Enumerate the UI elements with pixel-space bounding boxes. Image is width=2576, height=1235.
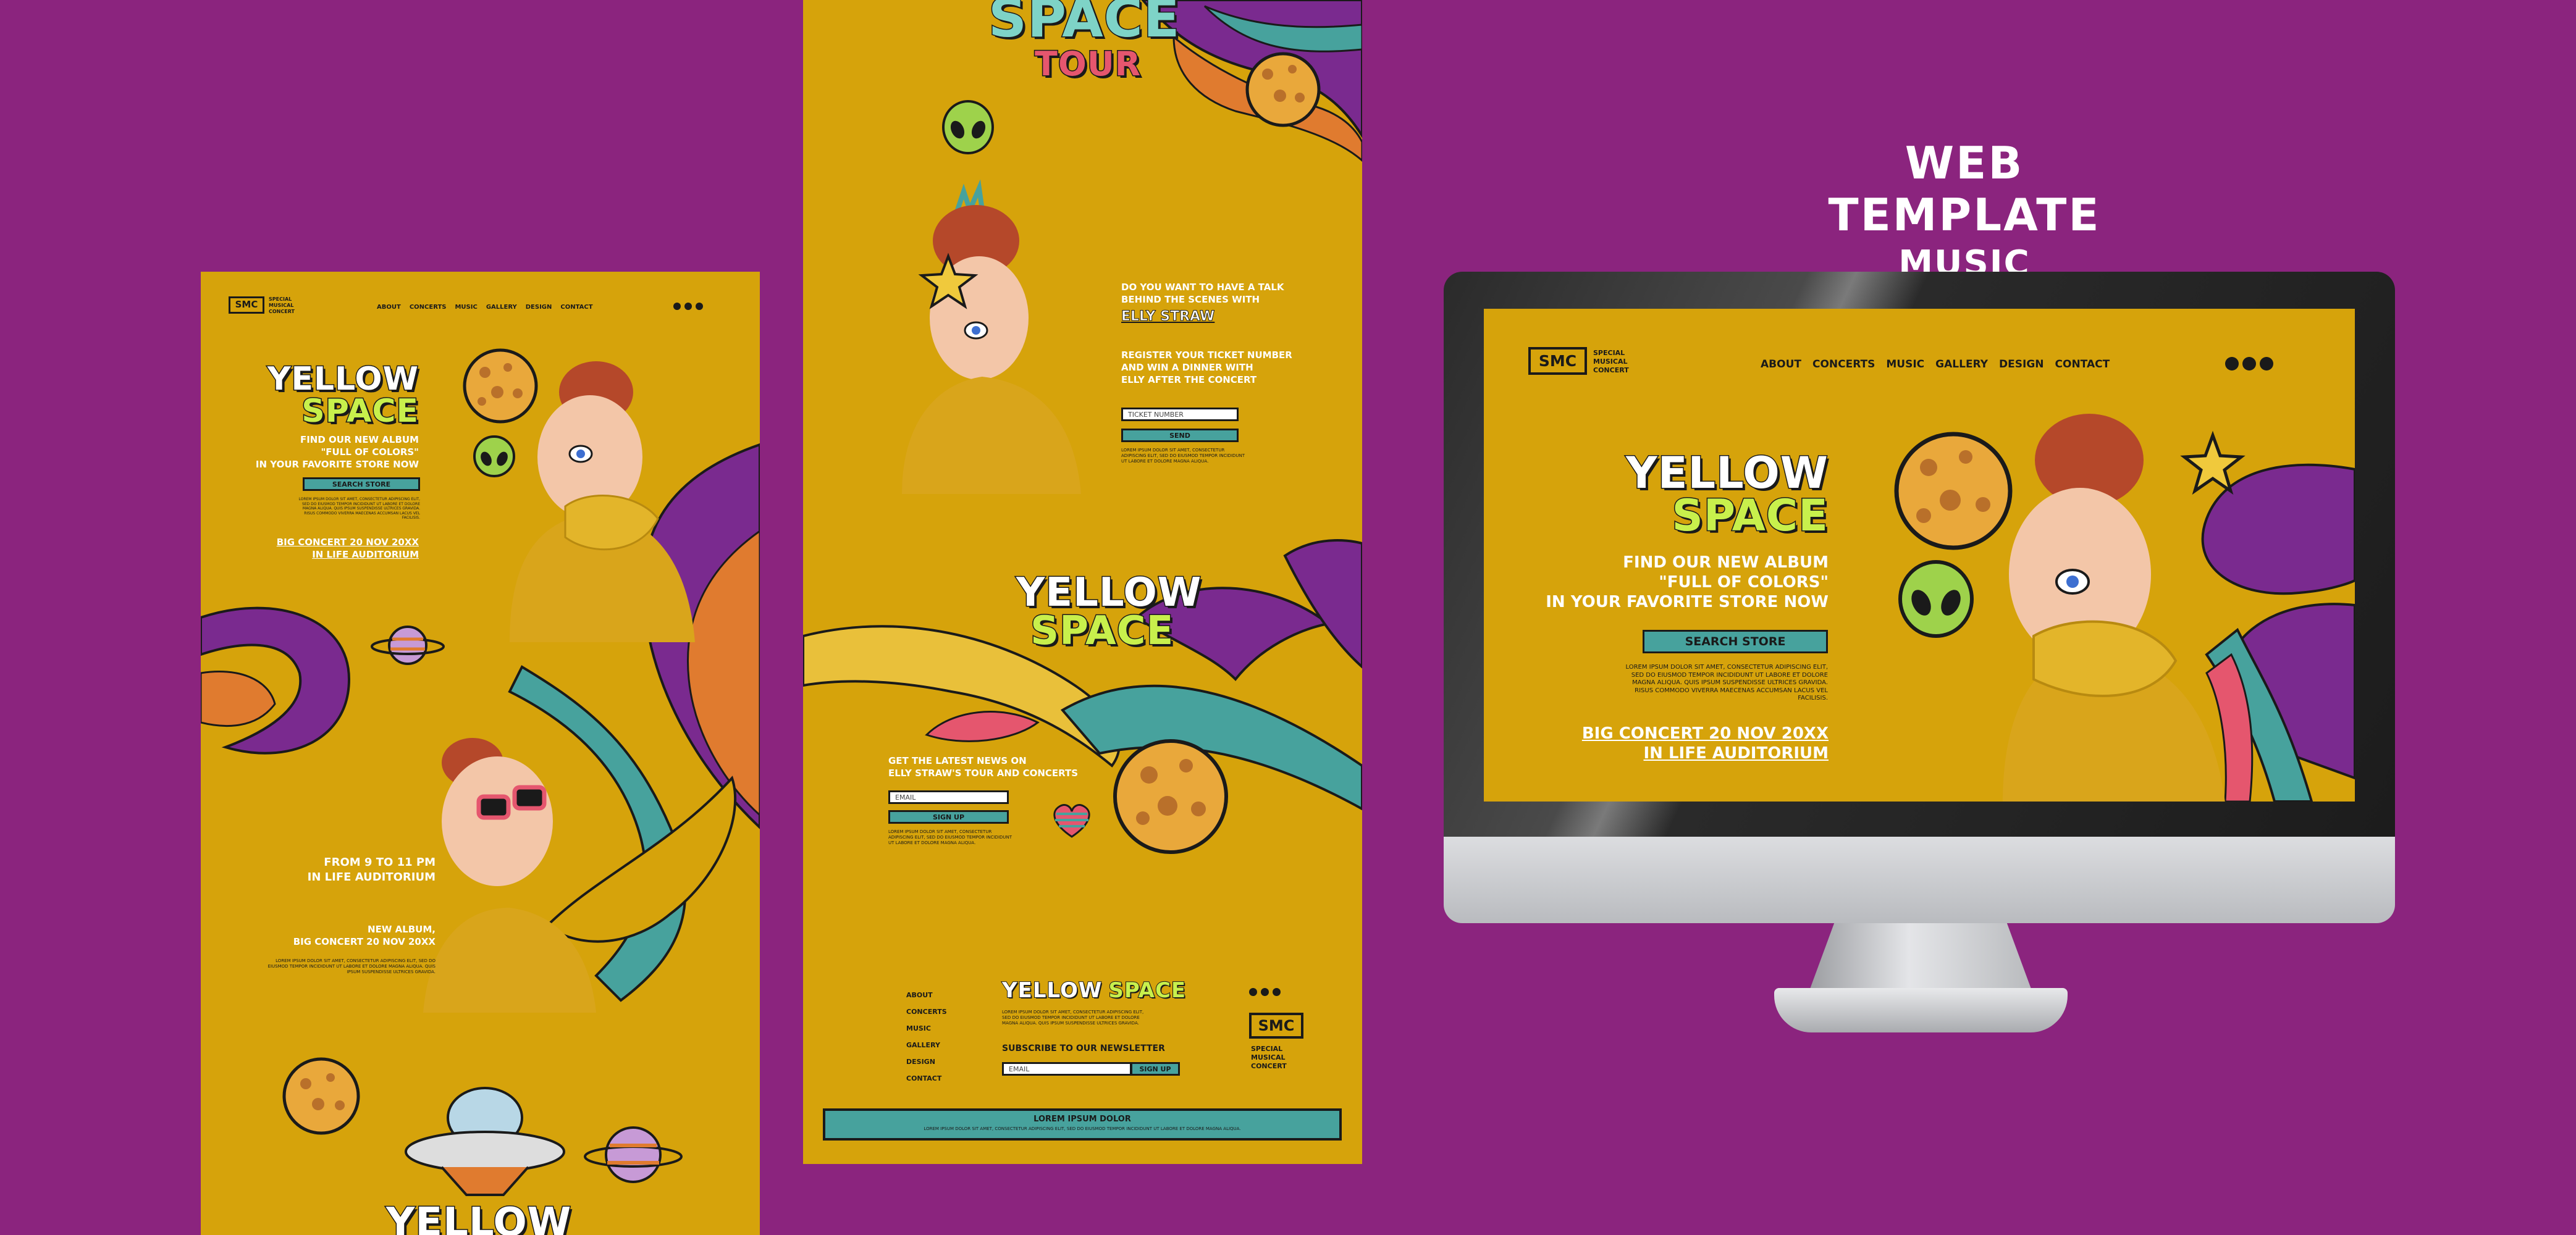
instagram-icon[interactable]	[1261, 988, 1269, 996]
desktop-logo[interactable]: SMC	[1528, 347, 1587, 375]
mid-title-line1: YELLOW	[1015, 570, 1202, 616]
singer-photo	[2003, 414, 2225, 802]
youtube-icon[interactable]	[2260, 357, 2273, 371]
footer-social-icons	[1249, 988, 1281, 996]
instagram-icon[interactable]	[2242, 357, 2256, 371]
desktop-social-icons	[2225, 357, 2273, 371]
event-time: FROM 9 TO 11 PM IN LIFE AUDITORIUM	[307, 856, 436, 884]
monitor: SMC SPECIAL MUSICAL CONCERT ABOUT CONCERTS…	[1444, 272, 2395, 923]
youtube-icon[interactable]	[1273, 988, 1281, 996]
talk-name: ELLY STRAW	[1121, 309, 1215, 325]
email-input[interactable]: EMAIL	[888, 790, 1009, 804]
footer-nav-design[interactable]: DESIGN	[906, 1053, 947, 1070]
footer-nav-concerts[interactable]: CONCERTS	[906, 1003, 947, 1020]
footer-title: YELLOW SPACE	[1001, 978, 1187, 1003]
desktop-nav-concerts[interactable]: CONCERTS	[1812, 358, 1875, 371]
middle-mockup: SPACE TOUR DO YOU WANT TO HAVE A TALK BEH…	[803, 0, 1362, 1164]
desktop-nav-music[interactable]: MUSIC	[1886, 358, 1924, 371]
tour-title-line2: TOUR	[1033, 44, 1142, 83]
footer-signup-button[interactable]: SIGN UP	[1130, 1062, 1180, 1076]
register-heading: REGISTER YOUR TICKET NUMBER AND WIN A DIN…	[1121, 350, 1292, 385]
singer-photo-sunglasses	[423, 738, 596, 1013]
facebook-icon[interactable]	[2225, 357, 2239, 371]
desktop-subtitle: FIND OUR NEW ALBUM "FULL OF COLORS" IN YOU…	[1546, 553, 1829, 611]
desktop-logo-tagline: SPECIAL MUSICAL CONCERT	[1593, 349, 1629, 374]
signup-button[interactable]: SIGN UP	[888, 810, 1009, 824]
album-body: LOREM IPSUM DOLOR SIT AMET, CONSECTETUR …	[267, 958, 436, 974]
planet-icon	[1113, 739, 1228, 854]
hero-body: LOREM IPSUM DOLOR SIT AMET, CONSECTETUR …	[298, 497, 421, 520]
footer-bar-title: LOREM IPSUM DOLOR	[1033, 1115, 1131, 1124]
news-heading: GET THE LATEST NEWS ON ELLY STRAW'S TOUR …	[888, 755, 1079, 779]
hero-title-line2: SPACE	[301, 393, 419, 430]
register-body: LOREM IPSUM DOLOR SIT AMET, CONSECTETUR …	[1121, 448, 1245, 464]
heart-icon	[1053, 804, 1090, 838]
album-heading: NEW ALBUM, BIG CONCERT 20 NOV 20XX	[293, 924, 436, 947]
footer-logo-tagline: SPECIAL MUSICAL CONCERT	[1251, 1045, 1287, 1070]
hero-concert: BIG CONCERT 20 NOV 20XX IN LIFE AUDITORIU…	[276, 537, 419, 560]
mid-title-line2: SPACE	[1029, 608, 1174, 654]
planet-icon	[584, 1126, 683, 1183]
planet-icon	[1245, 52, 1321, 127]
footer-logo[interactable]: SMC	[1249, 1013, 1303, 1039]
footer-bar: LOREM IPSUM DOLOR LOREM IPSUM DOLOR SIT …	[823, 1108, 1342, 1141]
desktop-title-line1: YELLOW	[1625, 448, 1829, 498]
desktop-nav-gallery[interactable]: GALLERY	[1935, 358, 1988, 371]
bottom-title: YELLOW	[385, 1200, 572, 1235]
left-mockup: SMC SPECIAL MUSICAL CONCERT ABOUT CONCERTS…	[201, 272, 760, 1235]
desktop-nav: ABOUT CONCERTS MUSIC GALLERY DESIGN CONT…	[1761, 358, 2110, 371]
hero-title-line1: YELLOW	[266, 361, 419, 398]
send-button[interactable]: SEND	[1121, 429, 1239, 442]
monitor-stand-neck	[1807, 923, 2034, 997]
desktop-concert: BIG CONCERT 20 NOV 20XX IN LIFE AUDITORIU…	[1581, 724, 1829, 763]
news-body: LOREM IPSUM DOLOR SIT AMET, CONSECTETUR …	[888, 829, 1012, 845]
facebook-icon[interactable]	[1249, 988, 1257, 996]
footer-nav-music[interactable]: MUSIC	[906, 1020, 947, 1037]
star-icon	[918, 253, 979, 309]
desktop-hero-body: LOREM IPSUM DOLOR SIT AMET, CONSECTETUR …	[1625, 664, 1828, 701]
tour-title-line1: SPACE	[988, 0, 1181, 49]
talk-heading: DO YOU WANT TO HAVE A TALK BEHIND THE SCE…	[1121, 282, 1284, 305]
planet-icon	[282, 1057, 360, 1135]
footer-nav-about[interactable]: ABOUT	[906, 987, 947, 1003]
desktop-search-store-button[interactable]: SEARCH STORE	[1643, 630, 1828, 653]
hero-subtitle: FIND OUR NEW ALBUM "FULL OF COLORS" IN YOU…	[255, 434, 419, 470]
footer-body: LOREM IPSUM DOLOR SIT AMET, CONSECTETUR …	[1002, 1010, 1144, 1026]
desktop-title-line2: SPACE	[1671, 490, 1829, 541]
monitor-stand-base	[1774, 988, 2068, 1032]
desktop-nav-contact[interactable]: CONTACT	[2055, 358, 2110, 371]
search-store-button[interactable]: SEARCH STORE	[303, 477, 420, 491]
ticket-number-input[interactable]: TICKET NUMBER	[1121, 408, 1239, 421]
singer-photo	[902, 179, 1081, 494]
footer-nav-contact[interactable]: CONTACT	[906, 1070, 947, 1087]
ufo-icon	[405, 1087, 565, 1196]
monitor-chin	[1444, 837, 2395, 923]
footer-nav-gallery[interactable]: GALLERY	[906, 1037, 947, 1053]
desktop-nav-design[interactable]: DESIGN	[1999, 358, 2044, 371]
newsletter-heading: SUBSCRIBE TO OUR NEWSLETTER	[1002, 1044, 1165, 1053]
planet-icon	[371, 626, 445, 665]
alien-icon	[942, 100, 994, 154]
heading-title: WEB TEMPLATE	[1828, 137, 2101, 241]
page-heading: WEB TEMPLATE MUSIC	[1779, 137, 2150, 283]
desktop-nav-about[interactable]: ABOUT	[1761, 358, 1801, 371]
footer-email-input[interactable]: EMAIL	[1002, 1062, 1132, 1076]
footer-bar-body: LOREM IPSUM DOLOR SIT AMET, CONSECTETUR …	[924, 1126, 1241, 1131]
footer-nav: ABOUT CONCERTS MUSIC GALLERY DESIGN CONT…	[906, 987, 947, 1087]
singer-photo	[510, 361, 695, 642]
desktop-screen: SMC SPECIAL MUSICAL CONCERT ABOUT CONCERTS…	[1484, 309, 2355, 802]
